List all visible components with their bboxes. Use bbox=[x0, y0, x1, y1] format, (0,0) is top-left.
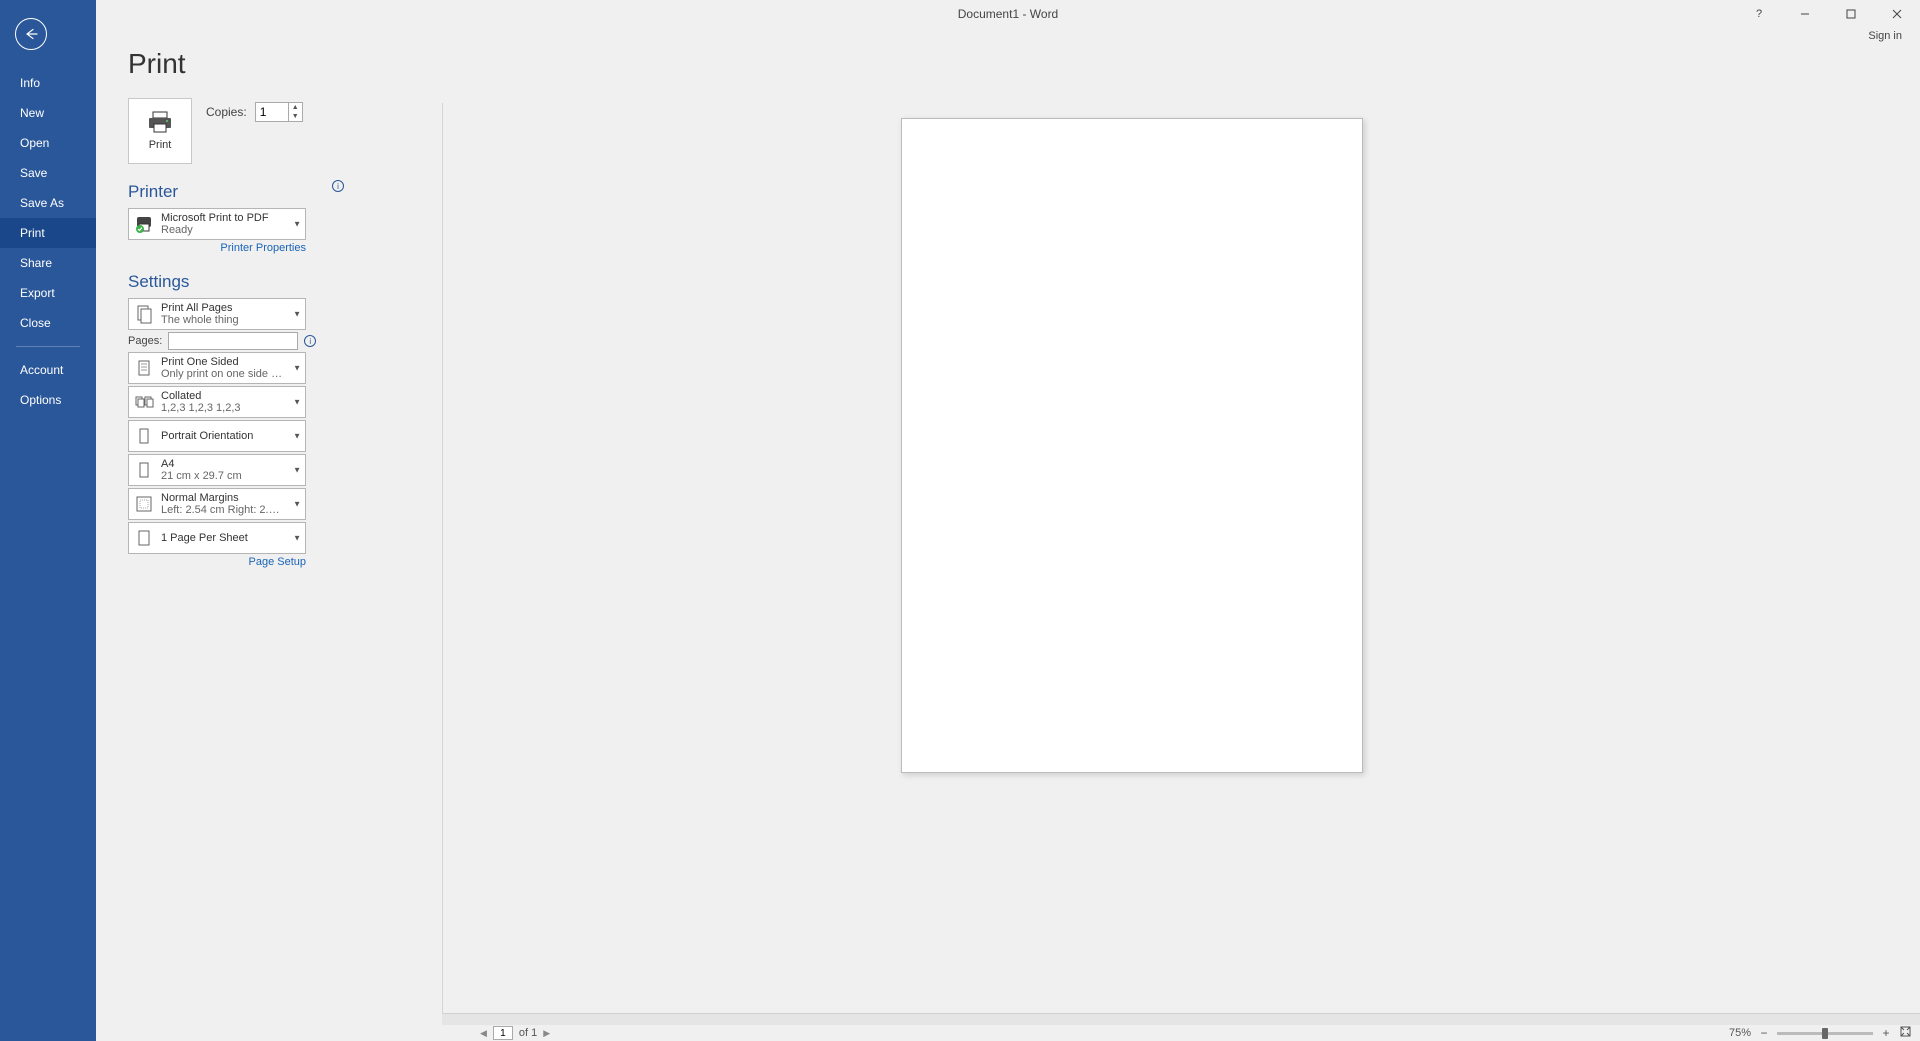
chevron-down-icon: ▼ bbox=[293, 534, 301, 543]
margins-dropdown[interactable]: Normal MarginsLeft: 2.54 cm Right: 2.54 … bbox=[128, 488, 306, 520]
total-pages: of 1 bbox=[519, 1027, 537, 1039]
sidebar-item-open[interactable]: Open bbox=[0, 128, 96, 158]
zoom-controls: 75% − + bbox=[1729, 1025, 1912, 1041]
chevron-down-icon: ▼ bbox=[293, 398, 301, 407]
copies-input[interactable] bbox=[256, 105, 288, 119]
printer-info-icon[interactable]: i bbox=[332, 180, 344, 192]
printer-device-icon bbox=[133, 213, 155, 235]
print-settings-panel: Print Print Copies: ▲▼ bbox=[128, 48, 344, 1041]
sidebar-item-export[interactable]: Export bbox=[0, 278, 96, 308]
pages-info-icon[interactable]: i bbox=[304, 335, 316, 347]
one-sided-icon bbox=[133, 357, 155, 379]
sidebar-item-print[interactable]: Print bbox=[0, 218, 96, 248]
chevron-down-icon: ▼ bbox=[293, 220, 301, 229]
printer-name: Microsoft Print to PDF bbox=[161, 212, 269, 224]
printer-dropdown[interactable]: Microsoft Print to PDF Ready ▼ bbox=[128, 208, 306, 240]
printer-icon bbox=[147, 111, 173, 133]
print-preview-area bbox=[344, 48, 1920, 1041]
sidebar-item-account[interactable]: Account bbox=[0, 355, 96, 385]
collate-dropdown[interactable]: Collated1,2,3 1,2,3 1,2,3 ▼ bbox=[128, 386, 306, 418]
chevron-down-icon: ▼ bbox=[293, 432, 301, 441]
sidebar-item-share[interactable]: Share bbox=[0, 248, 96, 278]
printer-heading: Printer bbox=[128, 182, 178, 202]
copies-spin-arrows[interactable]: ▲▼ bbox=[288, 103, 302, 121]
current-page-input[interactable] bbox=[493, 1026, 513, 1040]
zoom-level: 75% bbox=[1729, 1027, 1751, 1039]
prev-page-button[interactable]: ◀ bbox=[480, 1028, 487, 1039]
page-preview bbox=[901, 118, 1363, 773]
copies-stepper[interactable]: ▲▼ bbox=[255, 102, 303, 122]
zoom-out-button[interactable]: − bbox=[1759, 1026, 1769, 1040]
chevron-down-icon: ▼ bbox=[293, 310, 301, 319]
sidebar-separator bbox=[16, 346, 80, 347]
fit-page-button[interactable] bbox=[1899, 1025, 1912, 1041]
sides-dropdown[interactable]: Print One SidedOnly print on one side of… bbox=[128, 352, 306, 384]
page-setup-link[interactable]: Page Setup bbox=[128, 556, 306, 568]
main-content: Print Print Copies: ▲▼ bbox=[96, 0, 1920, 1041]
zoom-in-button[interactable]: + bbox=[1881, 1026, 1891, 1040]
pages-icon bbox=[133, 303, 155, 325]
margins-icon bbox=[133, 493, 155, 515]
backstage-sidebar: Info New Open Save Save As Print Share E… bbox=[0, 0, 96, 1041]
printer-properties-link[interactable]: Printer Properties bbox=[128, 242, 306, 254]
collate-icon bbox=[133, 391, 155, 413]
sidebar-item-close[interactable]: Close bbox=[0, 308, 96, 338]
orientation-dropdown[interactable]: Portrait Orientation ▼ bbox=[128, 420, 306, 452]
chevron-down-icon: ▼ bbox=[293, 500, 301, 509]
printer-status: Ready bbox=[161, 224, 269, 236]
print-button[interactable]: Print bbox=[128, 98, 192, 164]
pages-label: Pages: bbox=[128, 335, 162, 347]
portrait-icon bbox=[133, 425, 155, 447]
sidebar-item-new[interactable]: New bbox=[0, 98, 96, 128]
sidebar-item-save[interactable]: Save bbox=[0, 158, 96, 188]
one-page-icon bbox=[133, 527, 155, 549]
page-title: Print bbox=[128, 48, 344, 80]
pages-input[interactable] bbox=[168, 332, 298, 350]
sidebar-item-info[interactable]: Info bbox=[0, 68, 96, 98]
next-page-button[interactable]: ▶ bbox=[543, 1028, 550, 1039]
chevron-down-icon: ▼ bbox=[293, 466, 301, 475]
print-button-label: Print bbox=[149, 139, 172, 151]
settings-heading: Settings bbox=[128, 272, 344, 292]
copies-label: Copies: bbox=[206, 105, 247, 119]
paper-size-dropdown[interactable]: A421 cm x 29.7 cm ▼ bbox=[128, 454, 306, 486]
pages-per-sheet-dropdown[interactable]: 1 Page Per Sheet ▼ bbox=[128, 522, 306, 554]
sidebar-item-saveas[interactable]: Save As bbox=[0, 188, 96, 218]
page-nav: ◀ of 1 ▶ bbox=[480, 1026, 550, 1040]
chevron-down-icon: ▼ bbox=[293, 364, 301, 373]
status-bar: ◀ of 1 ▶ 75% − + bbox=[442, 1025, 1920, 1041]
print-range-dropdown[interactable]: Print All PagesThe whole thing ▼ bbox=[128, 298, 306, 330]
zoom-slider[interactable] bbox=[1777, 1032, 1873, 1035]
horizontal-scrollbar[interactable] bbox=[442, 1013, 1920, 1025]
paper-icon bbox=[133, 459, 155, 481]
sidebar-item-options[interactable]: Options bbox=[0, 385, 96, 415]
back-button[interactable] bbox=[15, 18, 47, 50]
